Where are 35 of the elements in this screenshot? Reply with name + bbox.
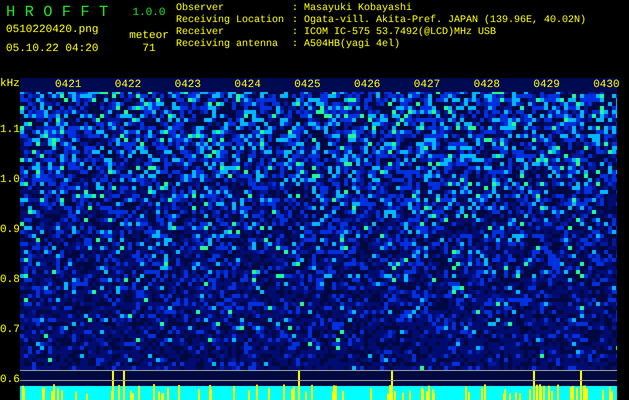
axis-tick-label: 0.9 [0, 224, 20, 236]
time-label: 0425 [293, 79, 322, 91]
axis-tick-label: 0.8 [0, 274, 20, 286]
axis-tick-label: 0.7 [0, 324, 20, 336]
time-label: 0422 [114, 79, 142, 91]
time-label: 0430 [592, 79, 621, 91]
separator: : [292, 27, 300, 39]
time-label: 0421 [54, 79, 82, 91]
separator: : [292, 3, 300, 15]
app-title: H R O F F T [6, 3, 110, 21]
separator: : [292, 15, 300, 27]
axis-tick-label: 1.1 [0, 124, 20, 136]
time-label: 0428 [472, 79, 501, 91]
time-label: 0426 [353, 79, 382, 91]
meteor-count: 71 [142, 43, 156, 56]
info-value: A504HB(yagi 4el) [304, 39, 402, 51]
axis-tick-label: 0.6 [0, 374, 20, 386]
time-label: 0424 [233, 79, 262, 91]
info-label: Receiver [176, 27, 226, 38]
info-value: ICOM IC-575 53.7492(@LCD)MHz USB [304, 27, 498, 38]
axis-tick-label: 1.0 [0, 174, 20, 186]
info-label: Observer [176, 3, 226, 14]
time-label: 0427 [412, 79, 442, 91]
file-name: 0510220420.png [6, 24, 100, 37]
info-label: Receiving antenna [176, 39, 280, 51]
timestamp: 05.10.22 04:20 [6, 43, 100, 56]
separator: : [292, 39, 300, 51]
info-value: Masayuki Kobayashi [304, 3, 414, 14]
time-label: 0423 [174, 79, 202, 91]
info-label: Receiving Location [176, 15, 286, 26]
time-label: 0429 [532, 79, 561, 91]
info-value: Ogata-vill. Akita-Pref. JAPAN (139.96E, 40.02N) [304, 15, 588, 26]
version-label: 1.0.0 [132, 6, 166, 20]
meteor-label: meteor [129, 30, 169, 43]
axis-unit: kHz [0, 78, 20, 90]
